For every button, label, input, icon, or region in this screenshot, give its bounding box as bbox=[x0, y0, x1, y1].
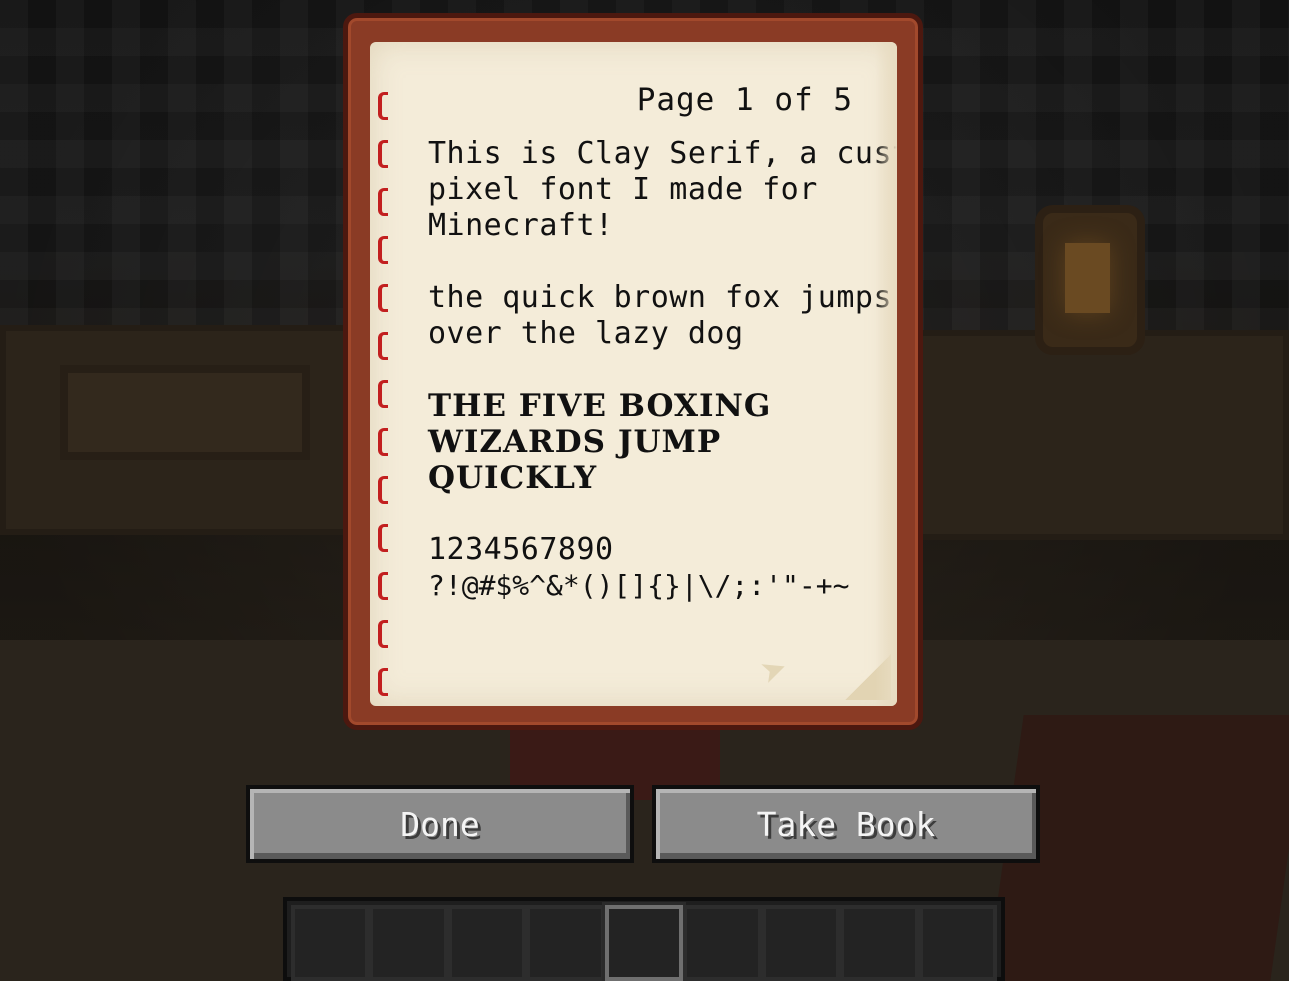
text-line: the quick brown fox jumps bbox=[428, 280, 893, 315]
book-binding bbox=[378, 92, 394, 706]
stitch bbox=[378, 524, 388, 552]
text-line: ?!@#$%^&*()[]{}|\/;:'"-+~ bbox=[428, 569, 850, 602]
hotbar-slot[interactable] bbox=[447, 905, 527, 981]
page-indicator: Page 1 of 5 bbox=[636, 82, 853, 118]
text-line: over the lazy dog bbox=[428, 316, 744, 351]
stitch bbox=[378, 380, 388, 408]
bookshelf-right bbox=[910, 330, 1289, 540]
text-line: WIZARDS JUMP bbox=[428, 424, 722, 460]
hotbar bbox=[283, 897, 1005, 981]
book-gui: Page 1 of 5 This is Clay Serif, a custom… bbox=[343, 13, 923, 730]
stitch bbox=[378, 428, 388, 456]
stitch bbox=[378, 668, 388, 696]
hotbar-slot-selected[interactable] bbox=[604, 905, 684, 981]
hotbar-slot[interactable] bbox=[840, 905, 919, 981]
page-curl bbox=[845, 654, 891, 700]
stitch bbox=[378, 332, 388, 360]
bookshelf-left bbox=[0, 325, 370, 535]
stitch bbox=[378, 236, 388, 264]
text-line: THE FIVE BOXING bbox=[428, 388, 772, 424]
text-line: QUICKLY bbox=[428, 460, 598, 496]
hotbar-slot[interactable] bbox=[369, 905, 448, 981]
hotbar-slot[interactable] bbox=[761, 905, 841, 981]
stitch bbox=[378, 188, 388, 216]
hotbar-slot[interactable] bbox=[291, 905, 370, 981]
book-page: Page 1 of 5 This is Clay Serif, a custom… bbox=[370, 42, 897, 706]
stitch bbox=[378, 572, 388, 600]
text-line: 1234567890 bbox=[428, 532, 614, 567]
stitch bbox=[378, 620, 388, 648]
lantern bbox=[1035, 205, 1145, 355]
stitch bbox=[378, 284, 388, 312]
text-line: pixel font I made for bbox=[428, 172, 818, 207]
stitch bbox=[378, 140, 388, 168]
stitch bbox=[378, 92, 388, 120]
book-text: This is Clay Serif, a custom pixel font … bbox=[428, 136, 897, 604]
hotbar-slot[interactable] bbox=[683, 905, 762, 981]
next-page-arrow-icon[interactable]: ➤ bbox=[754, 643, 796, 700]
text-line: Minecraft! bbox=[428, 208, 614, 243]
hotbar-slot[interactable] bbox=[918, 905, 997, 981]
take-book-button[interactable]: Take Book bbox=[652, 785, 1040, 863]
done-button[interactable]: Done bbox=[246, 785, 634, 863]
text-line: This is Clay Serif, a custom bbox=[428, 136, 897, 171]
stitch bbox=[378, 476, 388, 504]
hotbar-slot[interactable] bbox=[526, 905, 605, 981]
